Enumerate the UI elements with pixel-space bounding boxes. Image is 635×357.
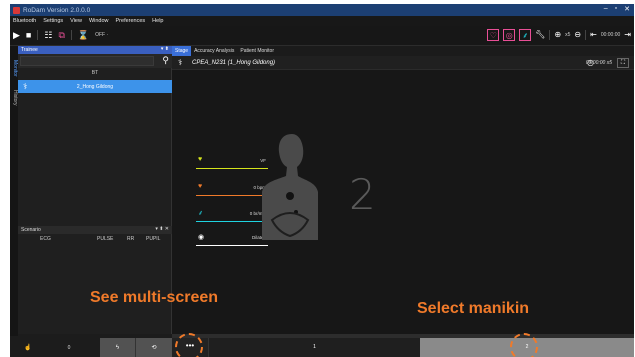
lungs-icon: ⸙ (198, 210, 204, 217)
column-pulse: PULSE (97, 236, 114, 242)
side-tab-monitor[interactable]: Monitor (10, 60, 18, 77)
title-bar: RoDam Version 2.0.0.0 – ▫ ✕ (10, 4, 634, 16)
toolbar-divider (37, 30, 39, 40)
toolbar-divider (70, 30, 72, 40)
tab-stage[interactable]: Stage (172, 46, 192, 56)
vital-pupil-line (196, 245, 268, 246)
hand-icon[interactable]: ☝ (18, 338, 38, 357)
manikin-number: 2 (349, 170, 376, 219)
column-ecg: ECG (40, 236, 51, 242)
trainee-panel-header: Trainee ▾ ⬍ (18, 46, 172, 54)
close-button[interactable]: ✕ (624, 5, 630, 13)
session-time: 00:00:00 x5 (585, 60, 612, 66)
manikin-silhouette[interactable] (258, 132, 322, 244)
menu-window[interactable]: Window (89, 18, 109, 24)
toolbar: ▶ ■ ☷ ⧉ ⌛ OFF · ♡ ◎ ⸙ 🔧︎ ⊕ x5 ⊖ ⇤ 00:00:… (10, 26, 634, 46)
fullscreen-button[interactable]: ⛶ (617, 58, 629, 68)
compression-count: 0 (67, 344, 71, 351)
app-window: RoDam Version 2.0.0.0 – ▫ ✕ Bluetooth Se… (10, 4, 634, 357)
defib-icon[interactable]: ϟ (100, 338, 136, 357)
manikin-icon: ⚕ (178, 58, 183, 67)
group-label: BT (91, 70, 99, 76)
session-title: CPEA_N231 (1_Hong Gildong) (192, 60, 276, 66)
search-row: ⚲ (18, 54, 172, 68)
compression-controls: ☝ 0 ϟ ⟲ (18, 338, 172, 357)
scenario-panel-header: Scenario ▾ ⬍ ✕ (18, 226, 172, 234)
timer-off-label[interactable]: OFF · (95, 32, 108, 38)
pulse-heart-icon: ♥ (198, 183, 203, 190)
tab-accuracy-analysis[interactable]: Accuracy Analysis (191, 46, 237, 56)
wrench-icon[interactable]: 🔧︎ (535, 30, 545, 40)
screen-slot-1[interactable]: 1 (208, 338, 420, 357)
skip-end-icon[interactable]: ⇥ (624, 30, 631, 40)
skip-start-icon[interactable]: ⇤ (590, 30, 597, 40)
eye-icon: ◉ (198, 234, 205, 241)
side-tab-bar: Monitor History (10, 46, 18, 336)
zoom-out-icon[interactable]: ⊖ (574, 30, 581, 40)
column-rr: RR (127, 236, 135, 242)
compression-count-cell: 0 (38, 338, 100, 357)
search-icon[interactable]: ⚲ (162, 55, 169, 66)
report-icon[interactable]: ⧉ (58, 30, 64, 40)
pulse-mode-icon[interactable]: ◎ (503, 29, 516, 41)
scenario-panel-title: Scenario (21, 227, 41, 233)
trainee-panel-title: Trainee (21, 47, 38, 53)
menu-view[interactable]: View (70, 18, 82, 24)
trainee-name: 2_Hong Gildong (76, 83, 114, 90)
main-tab-bar: Stage Accuracy Analysis Patient Monitor (172, 46, 634, 56)
panel-pin-icon[interactable]: ▾ ⬍ (161, 46, 169, 52)
manikin-stage[interactable]: ♥ VF ♥ 0 bpm ⸙ 0 br/min ◉ Dilated 2 (172, 70, 634, 336)
side-tab-history[interactable]: History (10, 90, 18, 106)
menu-help[interactable]: Help (152, 18, 163, 24)
column-pupil: PUPIL (146, 236, 161, 242)
play-icon[interactable]: ▶ (13, 30, 20, 40)
lungs-mode-icon[interactable]: ⸙ (519, 29, 532, 41)
session-info-bar: ⚕ CPEA_N231 (1_Hong Gildong) ◷ 00:00:00 … (172, 56, 634, 70)
ecg-heart-icon: ♥ (198, 156, 203, 163)
menu-bar: Bluetooth Settings View Window Preferenc… (10, 16, 634, 26)
menu-bluetooth[interactable]: Bluetooth (13, 18, 36, 24)
minimize-button[interactable]: – (604, 5, 608, 13)
multi-screen-highlight (175, 333, 203, 357)
maximize-button[interactable]: ▫ (615, 5, 617, 13)
toolbar-time: 00:00:00 (600, 32, 621, 38)
manikin-select-highlight (510, 333, 538, 357)
search-input[interactable] (20, 56, 154, 66)
list-icon[interactable]: ☷ (44, 30, 52, 40)
reset-icon[interactable]: ⟲ (136, 338, 172, 357)
scenario-panel-controls[interactable]: ▾ ⬍ ✕ (155, 226, 169, 232)
window-title: RoDam Version 2.0.0.0 (23, 6, 91, 14)
heart-mode-icon[interactable]: ♡ (487, 29, 500, 41)
stop-icon[interactable]: ■ (26, 30, 31, 40)
app-logo-icon (13, 6, 20, 14)
trainee-list-item[interactable]: ⚕ 2_Hong Gildong (18, 80, 172, 93)
menu-preferences[interactable]: Preferences (116, 18, 146, 24)
speed-label: x5 (565, 32, 571, 38)
toolbar-divider (585, 30, 587, 40)
callout-multi-screen: See multi-screen (90, 289, 219, 306)
zoom-in-icon[interactable]: ⊕ (554, 30, 561, 40)
callout-select-manikin: Select manikin (417, 300, 530, 317)
toolbar-divider (549, 30, 551, 40)
timer-icon[interactable]: ⌛ (78, 30, 89, 40)
main-area: Stage Accuracy Analysis Patient Monitor … (172, 46, 634, 336)
menu-settings[interactable]: Settings (43, 18, 63, 24)
tab-patient-monitor[interactable]: Patient Monitor (237, 46, 277, 56)
